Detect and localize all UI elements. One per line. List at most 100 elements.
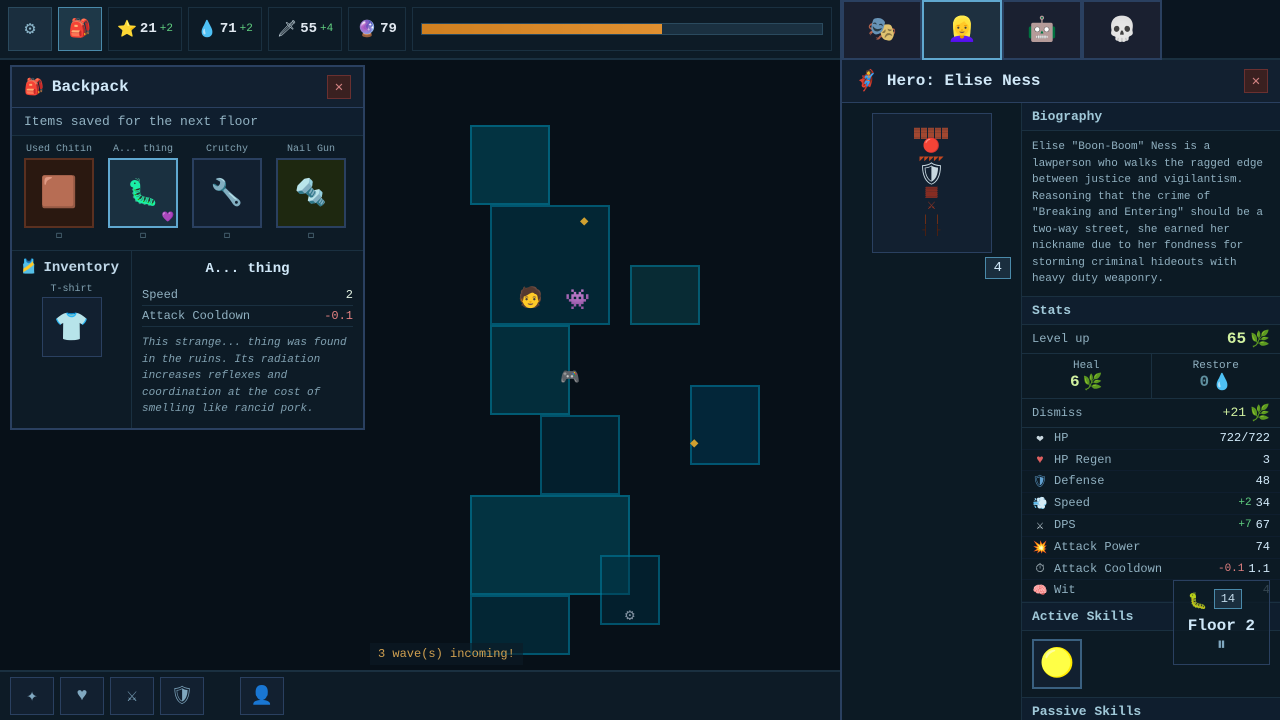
hero-portrait-area: ▓▓▓▓▓ 🔴 ◤◤◤◤◤ 🛡 ▓▓ ⚔ | | ┤ ├ 4 [842, 103, 1022, 720]
inventory-left: 🎽 Inventory T-shirt 👕 [12, 251, 132, 428]
backpack-icon: 🎒 [24, 77, 44, 97]
bp-item-1-box[interactable]: 🐛 💜 [108, 158, 178, 228]
map-room-2 [490, 325, 570, 415]
dps-val: 67 [1256, 518, 1270, 532]
backpack-panel: 🎒 Backpack ✕ Items saved for the next fl… [10, 65, 365, 430]
bp-item-3[interactable]: Nail Gun 🔩 ◻ [272, 144, 350, 242]
attack-power-icon: 💥 [1032, 540, 1048, 555]
dps-icon: ⚔ [1032, 518, 1048, 533]
heal-icon: 🌿 [1083, 372, 1103, 392]
toolbar-group-main: ✦ ♥ ⚔ 🛡 [0, 677, 214, 715]
backpack-header: 🎒 Backpack ✕ [12, 67, 363, 108]
bp-item-2-box[interactable]: 🔧 [192, 158, 262, 228]
map-room-1 [490, 205, 610, 325]
speed-icon: 💨 [1032, 496, 1048, 511]
map-entity: 👾 [565, 287, 590, 313]
stat-hp-regen: ♥ HP Regen 3 [1022, 450, 1280, 471]
item-detail-name: A... thing [142, 261, 353, 277]
stat-attack-val: 21 [140, 21, 157, 37]
inv-item-tshirt-label: T-shirt [50, 284, 92, 295]
wit-icon: 🧠 [1032, 583, 1048, 598]
backpack-button[interactable]: 🎒 [58, 7, 102, 51]
active-skill-0[interactable]: 🟡 [1032, 639, 1082, 689]
stat-mana-plus: +2 [240, 23, 253, 35]
attack-power-name: Attack Power [1054, 540, 1256, 554]
bp-item-0[interactable]: Used Chitin 🟫 ◻ [20, 144, 98, 242]
backpack-close-button[interactable]: ✕ [327, 75, 351, 99]
top-hud: ⚙ 🎒 ⭐ 21 +2 💧 71 +2 🗡 55 +4 🔮 79 [0, 0, 840, 60]
dismiss-label: Dismiss [1032, 406, 1082, 420]
backpack-title-text: Backpack [52, 78, 129, 96]
inv-item-tshirt-box[interactable]: 👕 [42, 297, 102, 357]
defend-button[interactable]: 🛡 [160, 677, 204, 715]
attack-cooldown-name: Attack Cooldown [1054, 562, 1218, 576]
stat-attack: ⭐ 21 +2 [108, 7, 182, 51]
speed-val: 34 [1256, 496, 1270, 510]
map-entity: 🧑 [518, 285, 543, 311]
map-room-6 [690, 385, 760, 465]
heal-val: 6 [1070, 373, 1080, 391]
hero-sprite: ▓▓▓▓▓ 🔴 ◤◤◤◤◤ 🛡 ▓▓ ⚔ | | ┤ ├ [872, 113, 992, 253]
move-button[interactable]: ✦ [10, 677, 54, 715]
stats-section: Stats Level up 65 🌿 Heal 6 🌿 [1022, 297, 1280, 603]
inv-item-tshirt[interactable]: T-shirt 👕 [20, 284, 123, 357]
item-stat-speed: Speed 2 [142, 285, 353, 306]
bp-item-3-box[interactable]: 🔩 [276, 158, 346, 228]
pause-button[interactable]: ⏸ [1188, 635, 1255, 656]
passive-skills-label: Passive Skills [1022, 698, 1280, 720]
restore-box: Restore 0 💧 [1152, 354, 1280, 398]
attack-button[interactable]: ⚔ [110, 677, 154, 715]
level-up-label: Level up [1032, 332, 1090, 346]
sword-icon: 🗡 [277, 19, 297, 39]
bp-item-2[interactable]: Crutchy 🔧 ◻ [188, 144, 266, 242]
map-entity: ◆ [580, 213, 588, 230]
bp-item-0-slot: ◻ [56, 230, 62, 242]
hero-select-button[interactable]: 👤 [240, 677, 284, 715]
stat-sword-val: 55 [300, 21, 317, 37]
settings-button[interactable]: ⚙ [8, 7, 52, 51]
bp-item-3-slot: ◻ [308, 230, 314, 242]
item-detail: A... thing Speed 2 Attack Cooldown -0.1 … [132, 251, 363, 428]
attack-cooldown-mod: -0.1 [1218, 563, 1244, 575]
attack-cooldown-icon: ⏱ [1032, 562, 1048, 576]
attack-cooldown-val: 1.1 [1248, 562, 1270, 576]
xp-bar-container [412, 7, 832, 51]
defense-icon: 🛡 [1032, 474, 1048, 489]
stat-attack-power: 💥 Attack Power 74 [1022, 537, 1280, 559]
hero-tab-2[interactable]: 🤖 [1002, 0, 1082, 60]
biography-text: Elise "Boon-Boom" Ness is a lawperson wh… [1022, 131, 1280, 297]
hero-header: 🦸 Hero: Elise Ness ✕ [842, 60, 1280, 103]
bp-item-0-box[interactable]: 🟫 [24, 158, 94, 228]
mana-icon: 💧 [197, 19, 217, 39]
speed-name: Speed [1054, 496, 1238, 510]
bp-item-1-slot: ◻ [140, 230, 146, 242]
bp-item-1[interactable]: A... thing 🐛 💜 ◻ [104, 144, 182, 242]
item-stat-cooldown-val: -0.1 [324, 309, 353, 323]
hp-regen-icon: ♥ [1032, 453, 1048, 467]
toolbar-group-hero: 👤 [230, 677, 294, 715]
hero-level-badge: 4 [985, 257, 1011, 279]
stat-hp: ❤ HP 722/722 [1022, 428, 1280, 450]
attack-icon: ⭐ [117, 19, 137, 39]
map-entity: ⚙ [625, 605, 635, 625]
hero-tab-3[interactable]: 💀 [1082, 0, 1162, 60]
inventory-icon: 🎽 [20, 259, 37, 276]
hp-regen-name: HP Regen [1054, 453, 1263, 467]
inventory-title: Inventory [43, 260, 119, 276]
hero-close-button[interactable]: ✕ [1244, 69, 1268, 93]
hero-tab-1[interactable]: 👱‍♀️ [922, 0, 1002, 60]
bp-item-3-label: Nail Gun [272, 144, 350, 155]
bp-item-2-slot: ◻ [224, 230, 230, 242]
hero-tab-0[interactable]: 🎭 [842, 0, 922, 60]
dismiss-icon: 🌿 [1250, 403, 1270, 423]
level-up-val: 65 [1227, 330, 1246, 348]
restore-label: Restore [1193, 360, 1239, 372]
dps-name: DPS [1054, 518, 1238, 532]
floor-info: 🐛 14 Floor 2 ⏸ [1173, 580, 1270, 665]
heal-label: Heal [1073, 360, 1099, 372]
stat-attack-plus: +2 [160, 23, 173, 35]
level-up-icon: 🌿 [1250, 329, 1270, 349]
heal-button[interactable]: ♥ [60, 677, 104, 715]
item-stat-cooldown-name: Attack Cooldown [142, 309, 250, 323]
hp-val: 722/722 [1220, 431, 1270, 445]
